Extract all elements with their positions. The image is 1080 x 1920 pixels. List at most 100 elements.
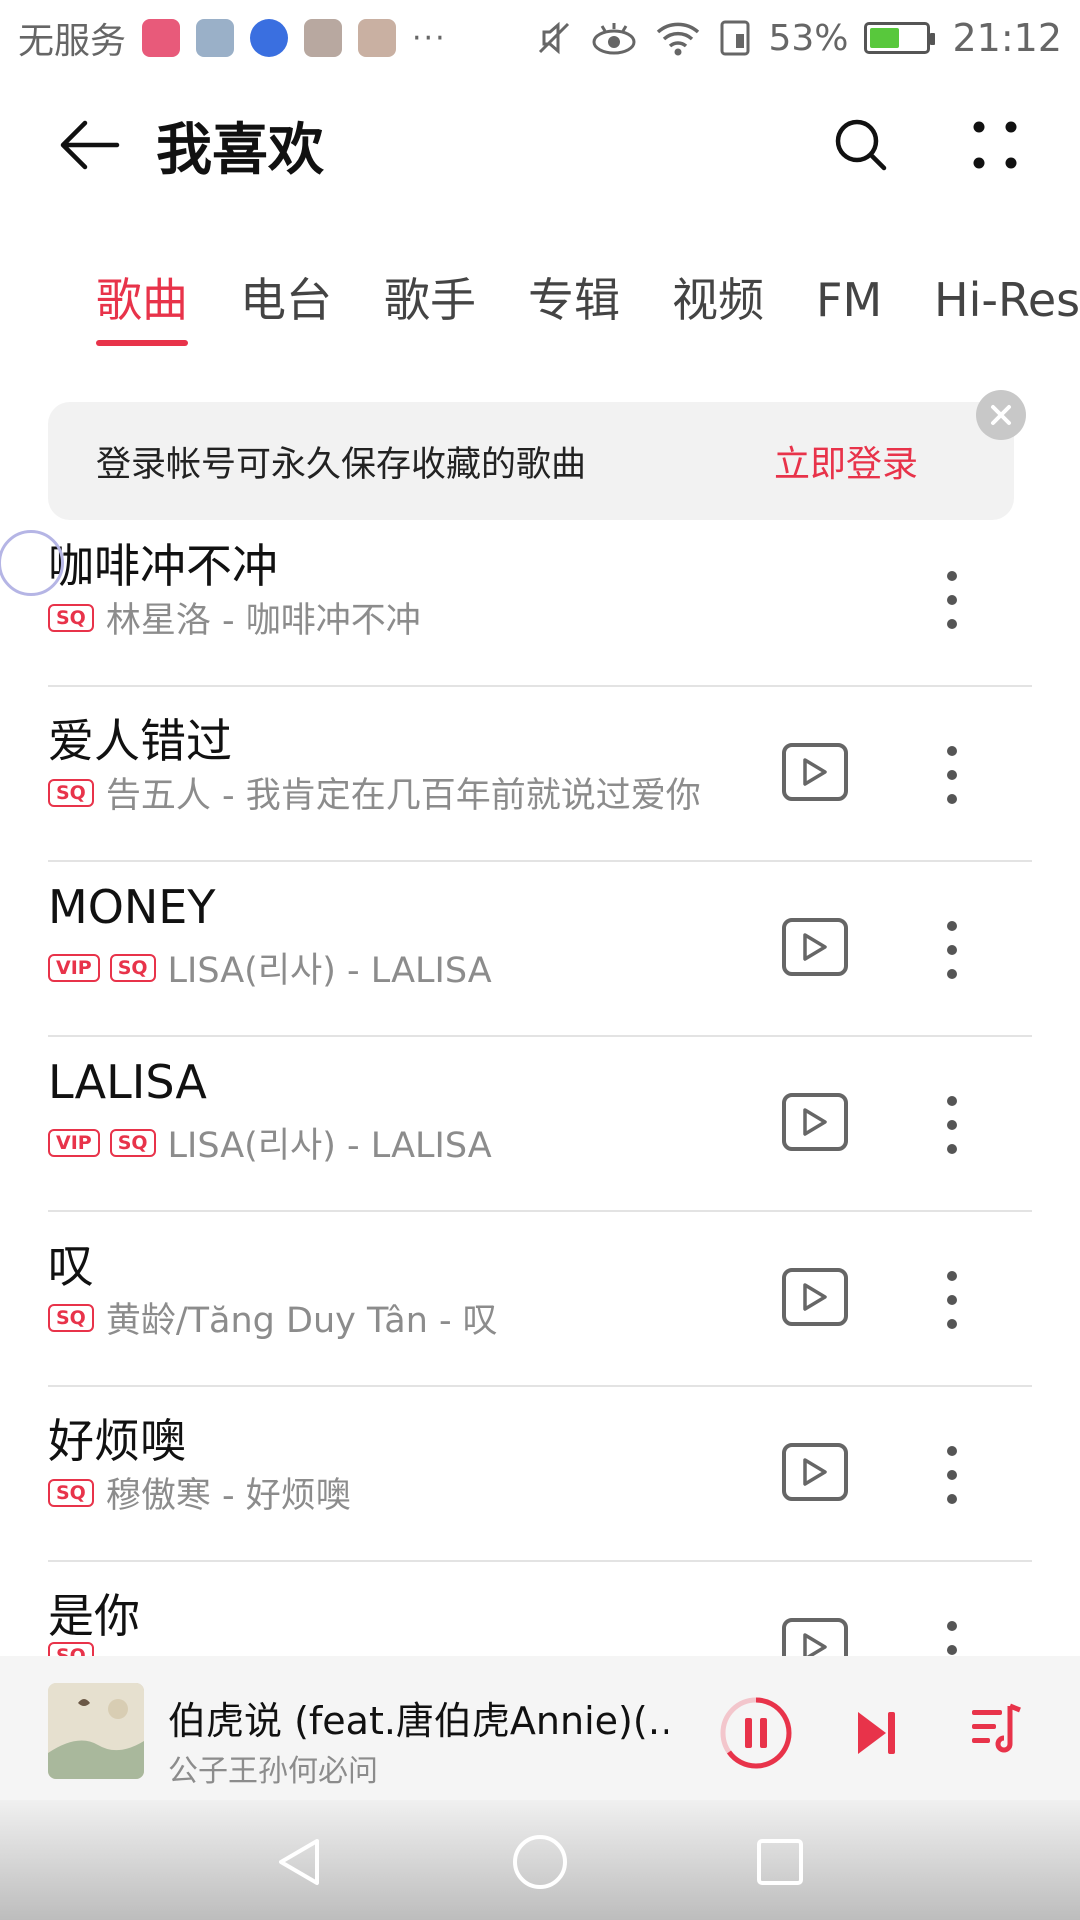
album-cover[interactable] [48,1683,144,1779]
play-mv-button[interactable] [782,1443,848,1501]
baidu-notification-icon [250,19,289,57]
play-mv-button[interactable] [782,1618,848,1656]
more-notifications-icon: ··· [412,20,447,56]
play-icon [803,1633,827,1656]
nav-back-button[interactable] [270,1832,330,1892]
song-row[interactable]: 咖啡冲不冲 SQ 林星洛 - 咖啡冲不冲 [48,520,1032,687]
play-icon [803,1458,827,1486]
tab-songs[interactable]: 歌曲 [96,262,188,352]
play-icon [803,1108,827,1136]
tab-albums[interactable]: 专辑 [528,262,620,352]
song-more-button[interactable] [932,727,972,823]
album-art-icon [48,1683,144,1779]
song-title: 好烦噢 [48,1414,186,1468]
back-button[interactable] [38,95,138,195]
login-now-link[interactable]: 立即登录 [774,435,918,487]
song-more-button[interactable] [932,1252,972,1348]
nav-recents-icon [757,1839,803,1885]
more-dots-icon [973,121,1017,169]
play-mv-button[interactable] [782,1093,848,1151]
song-row[interactable]: 爱人错过 SQ 告五人 - 我肯定在几百年前就说过爱你 [48,687,1032,862]
song-more-button[interactable] [932,902,972,998]
song-title: LALISA [48,1055,207,1109]
back-arrow-icon [60,120,120,170]
sim-icon [718,18,752,58]
song-more-button[interactable] [932,552,972,648]
play-icon [803,758,827,786]
song-title: 咖啡冲不冲 [48,539,278,593]
song-row[interactable]: 好烦噢 SQ 穆傲寒 - 好烦噢 [48,1387,1032,1562]
play-icon [803,933,827,961]
tab-artists[interactable]: 歌手 [384,262,476,352]
close-icon [991,405,1011,425]
clock: 21:12 [952,16,1062,60]
sq-badge: SQ [109,1128,156,1157]
song-title: 叹 [48,1239,94,1293]
playlist-button[interactable] [970,1700,1022,1758]
sq-badge: SQ [48,603,94,632]
now-playing-artist: 公子王孙何必问 [168,1754,378,1789]
song-title: 爱人错过 [48,714,232,768]
tab-radio[interactable]: 电台 [240,262,332,352]
gallery-notification-icon [196,19,235,57]
song-list: 咖啡冲不冲 SQ 林星洛 - 咖啡冲不冲 爱人错过 SQ 告五人 - 我肯定在几… [0,520,1080,1656]
nav-home-icon [513,1835,567,1889]
page-title: 我喜欢 [156,117,324,183]
tab-videos[interactable]: 视频 [672,262,764,352]
play-mv-button[interactable] [782,743,848,801]
song-subtitle: 林星洛 - 咖啡冲不冲 [105,601,421,641]
battery-percent: 53% [768,17,849,59]
tab-hi-res[interactable]: Hi-Res [934,262,1080,352]
status-bar: 无服务 ··· 53% 21:12 [0,0,1080,76]
touch-indicator [0,530,64,596]
song-title: MONEY [48,880,216,934]
playlist-icon [972,1703,1021,1753]
play-icon [803,1283,827,1311]
more-options-button[interactable] [950,100,1040,190]
song-subtitle: LISA(리사) - LALISA [167,1126,492,1166]
song-subtitle: LISA(리사) - LALISA [167,951,492,991]
sq-badge: SQ [48,1303,94,1332]
sq-badge: SQ [48,1478,94,1507]
avatar-notification-icon [358,19,397,57]
song-more-button[interactable] [932,1427,972,1523]
next-track-button[interactable] [854,1704,900,1762]
category-tabs: 歌曲 电台 歌手 专辑 视频 FM Hi-Res [0,262,1080,352]
song-row[interactable]: MONEY VIP SQ LISA(리사) - LALISA [48,862,1032,1037]
nav-recents-button[interactable] [750,1832,810,1892]
play-mv-button[interactable] [782,918,848,976]
music-app-notification-icon [142,19,181,57]
song-more-button[interactable] [932,1602,972,1656]
mute-icon [534,18,574,58]
nav-back-icon [279,1839,319,1885]
search-icon [835,119,887,171]
song-row[interactable]: 叹 SQ 黄龄/Tăng Duy Tân - 叹 [48,1212,1032,1387]
system-nav-bar [0,1800,1080,1920]
banner-close-button[interactable] [976,390,1026,440]
play-mv-button[interactable] [782,1268,848,1326]
pause-button[interactable] [719,1696,793,1770]
song-row[interactable]: 是你 SQ [48,1562,1032,1656]
eye-comfort-icon [590,18,638,58]
song-more-button[interactable] [932,1077,972,1173]
mini-player[interactable]: 伯虎说 (feat.唐伯虎Annie)(… 公子王孙何必问 [0,1656,1080,1800]
next-icon [858,1712,895,1754]
carrier-text: 无服务 [18,21,127,62]
login-banner-text: 登录帐号可永久保存收藏的歌曲 [96,444,587,485]
tab-fm[interactable]: FM [816,262,882,352]
song-row[interactable]: LALISA VIP SQ LISA(리사) - LALISA [48,1037,1032,1212]
sq-badge: SQ [109,953,156,982]
now-playing-title: 伯虎说 (feat.唐伯虎Annie)(… [168,1699,668,1743]
song-subtitle: 黄龄/Tăng Duy Tân - 叹 [105,1301,498,1341]
search-button[interactable] [816,100,906,190]
sq-badge: SQ [48,1642,94,1656]
pause-icon [720,1697,792,1769]
login-banner: 登录帐号可永久保存收藏的歌曲 立即登录 [48,402,1014,520]
app-header: 我喜欢 [0,90,1080,200]
battery-icon [864,22,936,54]
vip-badge: VIP [48,953,100,982]
avatar-notification-icon [304,19,343,57]
sq-badge: SQ [48,778,94,807]
nav-home-button[interactable] [510,1832,570,1892]
song-subtitle: 穆傲寒 - 好烦噢 [105,1476,351,1516]
